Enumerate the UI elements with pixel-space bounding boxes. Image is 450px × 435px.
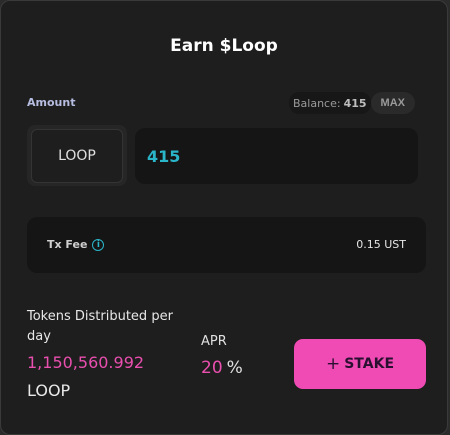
- tokens-distributed-value: 1,150,560.992: [27, 353, 145, 372]
- apr-value: 20: [201, 358, 223, 378]
- info-icon[interactable]: i: [92, 238, 105, 251]
- token-selector[interactable]: LOOP: [27, 125, 127, 186]
- tx-fee-label-row: Tx Fee i: [47, 238, 105, 251]
- stake-label: STAKE: [344, 356, 395, 372]
- plus-icon: +: [325, 354, 341, 374]
- stake-button[interactable]: + STAKE: [294, 339, 426, 389]
- earn-card: Earn $Loop Amount Balance: 415 MAX LOOP …: [0, 0, 448, 435]
- amount-label: Amount: [27, 96, 76, 109]
- balance-label: Balance:: [293, 96, 341, 110]
- balance-display: Balance: 415: [289, 92, 371, 114]
- balance-value: 415: [343, 96, 367, 110]
- apr-value-row: 20%: [201, 358, 243, 378]
- tx-fee-label: Tx Fee: [47, 238, 88, 251]
- tx-fee-value: 0.15 UST: [356, 238, 406, 251]
- tokens-distributed-label: Tokens Distributed per day: [27, 309, 173, 344]
- tokens-distributed-unit: LOOP: [27, 381, 71, 400]
- max-button[interactable]: MAX: [370, 92, 415, 114]
- balance-row: Balance: 415 MAX: [289, 92, 416, 114]
- tx-fee-box: Tx Fee i 0.15 UST: [27, 217, 426, 273]
- apr-unit: %: [226, 358, 243, 378]
- card-title: Earn $Loop: [170, 36, 278, 56]
- token-label: LOOP: [31, 128, 123, 183]
- amount-input[interactable]: [135, 128, 418, 184]
- apr-label: APR: [201, 334, 227, 349]
